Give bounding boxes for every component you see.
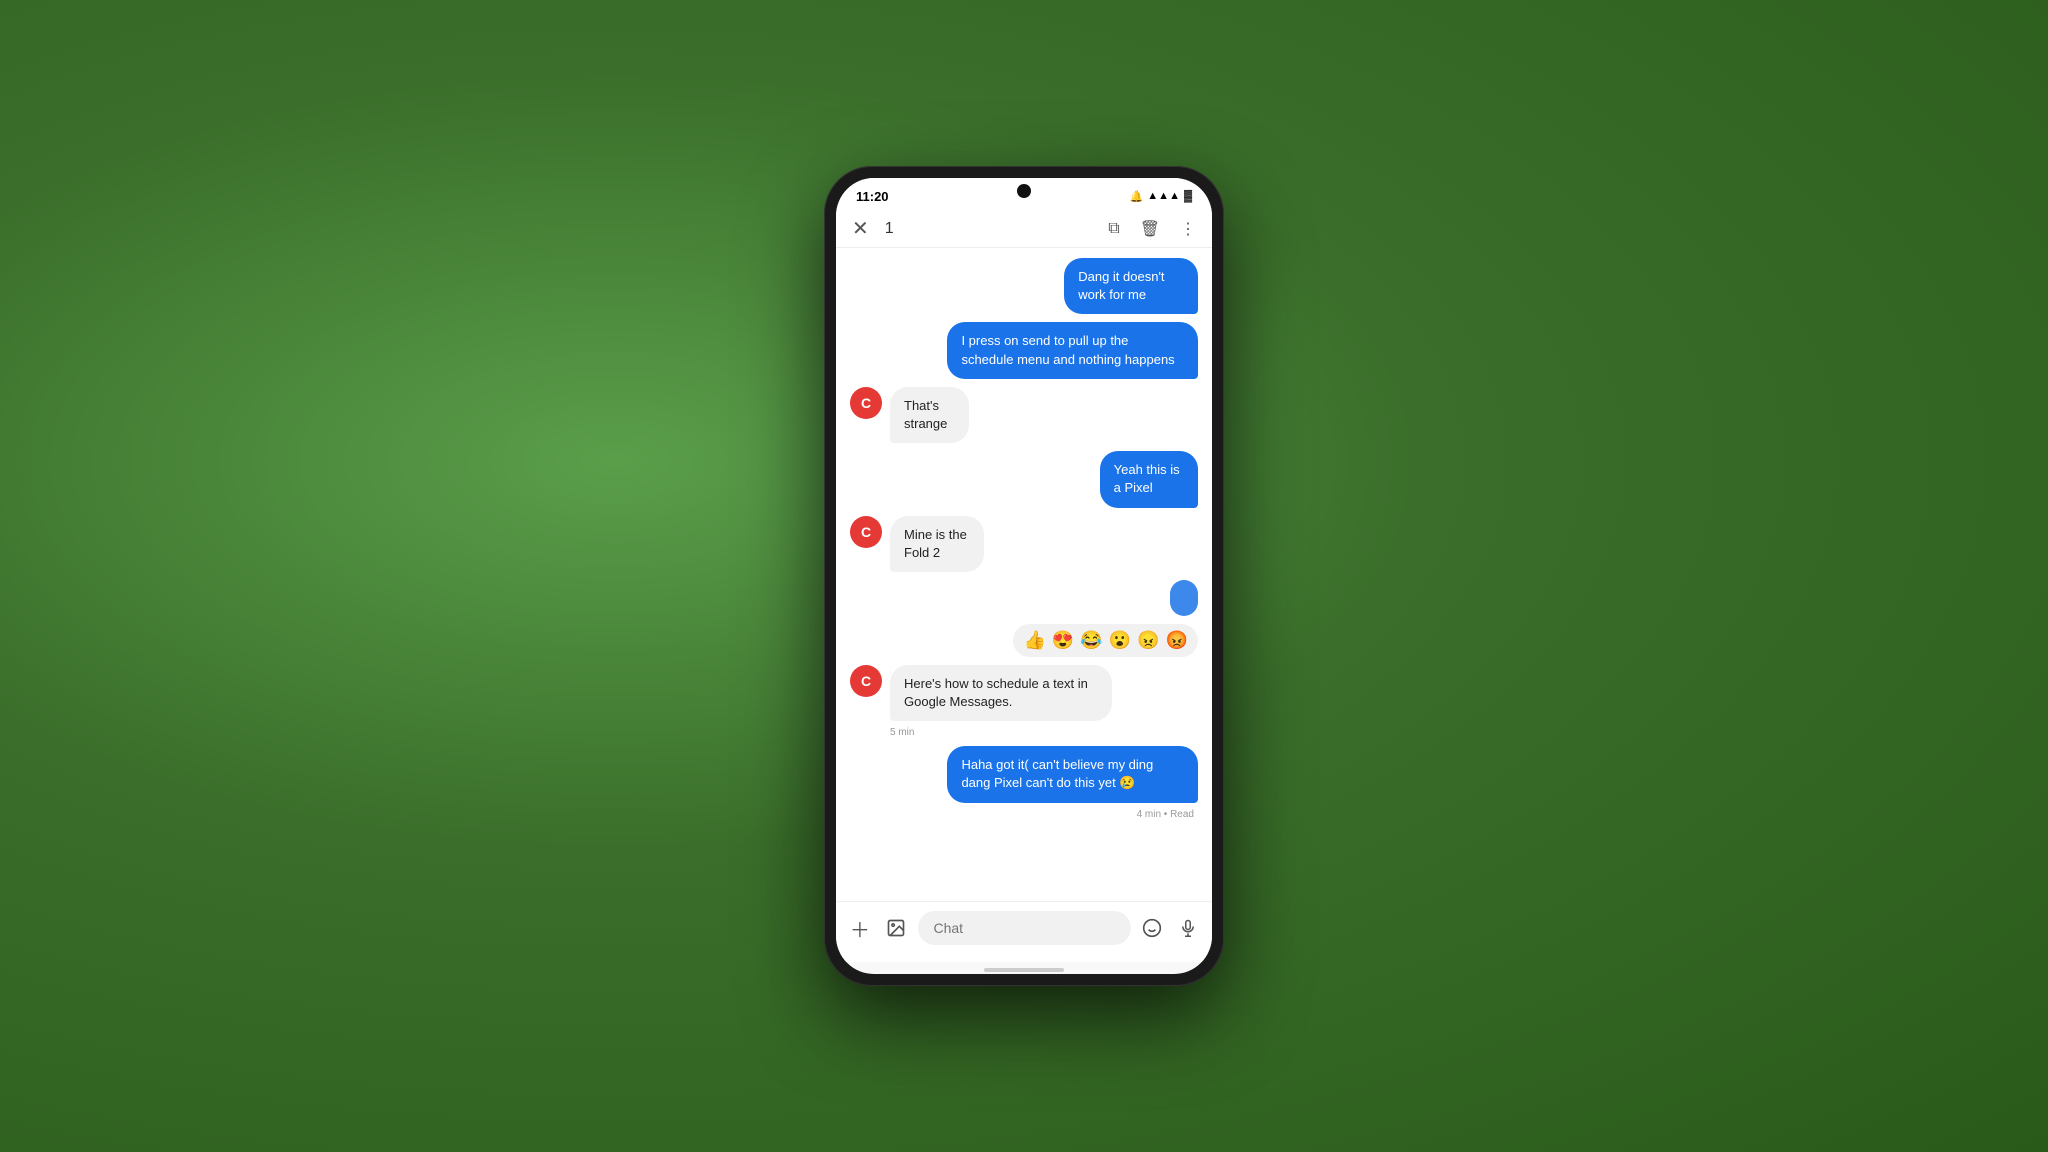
message-row: I press on send to pull up the schedule … (850, 322, 1198, 378)
laugh-emoji[interactable]: 😂 (1080, 630, 1102, 651)
phone-screen: 11:20 🔔 ▲▲▲ ▓ ✕ 1 ⧉ 🗑 ⋮ (836, 178, 1212, 974)
action-icons: ⧉ 🗑 ⋮ (1108, 219, 1196, 239)
selection-count: 1 (885, 220, 1092, 238)
chat-area: Dang it doesn't work for me I press on s… (836, 248, 1212, 901)
message-row: C Mine is the Fold 2 (850, 516, 1198, 572)
action-bar: ✕ 1 ⧉ 🗑 ⋮ (836, 210, 1212, 248)
emoji-button[interactable] (1139, 910, 1167, 946)
message-row: Haha got it( can't believe my ding dang … (850, 746, 1198, 819)
message-bubble[interactable]: That's strange (890, 387, 969, 443)
message-bubble[interactable]: Dang it doesn't work for me (1064, 258, 1198, 314)
message-row (850, 580, 1198, 616)
status-icons: 🔔 ▲▲▲ ▓ (1130, 190, 1192, 203)
message-bubble[interactable]: Mine is the Fold 2 (890, 516, 984, 572)
sent-group: Yeah this is a Pixel (1061, 451, 1198, 507)
message-bubble[interactable]: Yeah this is a Pixel (1100, 451, 1198, 507)
add-button[interactable]: ＋ (846, 910, 874, 946)
delete-icon[interactable]: 🗑 (1140, 219, 1160, 239)
received-group: Mine is the Fold 2 (890, 516, 1021, 572)
signal-icon: ▲▲▲ (1147, 190, 1180, 202)
punch-hole-camera (1017, 184, 1031, 198)
message-bubble[interactable]: Here's how to schedule a text in Google … (890, 665, 1112, 721)
message-text: Yeah this is a Pixel (1114, 462, 1180, 495)
message-row: C Here's how to schedule a text in Googl… (850, 665, 1198, 738)
battery-icon: ▓ (1184, 190, 1192, 202)
phone-body: 11:20 🔔 ▲▲▲ ▓ ✕ 1 ⧉ 🗑 ⋮ (824, 166, 1224, 986)
close-button[interactable]: ✕ (852, 216, 869, 241)
message-bubble[interactable]: I press on send to pull up the schedule … (947, 322, 1198, 378)
very-angry-emoji[interactable]: 😡 (1166, 630, 1188, 651)
partial-message-bubble[interactable] (1170, 580, 1198, 616)
message-text: I press on send to pull up the schedule … (961, 333, 1174, 366)
more-options-icon[interactable]: ⋮ (1180, 219, 1196, 239)
sent-group: Dang it doesn't work for me (1012, 258, 1198, 314)
copy-icon[interactable]: ⧉ (1108, 220, 1119, 238)
message-text: Dang it doesn't work for me (1078, 269, 1164, 302)
chat-input[interactable] (918, 911, 1131, 945)
message-bubble[interactable]: Haha got it( can't believe my ding dang … (947, 746, 1198, 802)
message-timestamp: 5 min (890, 727, 918, 738)
received-group: Here's how to schedule a text in Google … (890, 665, 1198, 738)
message-text: Here's how to schedule a text in Google … (904, 676, 1088, 709)
phone-container: 11:20 🔔 ▲▲▲ ▓ ✕ 1 ⧉ 🗑 ⋮ (824, 166, 1224, 986)
home-indicator (984, 968, 1064, 972)
sent-group (1170, 580, 1198, 616)
vibrate-icon: 🔔 (1130, 190, 1144, 203)
received-group: That's strange (890, 387, 1000, 443)
message-text: That's strange (904, 398, 947, 431)
contact-avatar: C (850, 516, 882, 548)
emoji-reactions[interactable]: 👍 😍 😂 😮 😠 😡 (1013, 624, 1198, 657)
angry-emoji[interactable]: 😠 (1137, 630, 1159, 651)
voice-button[interactable] (1174, 910, 1202, 946)
thumbsup-emoji[interactable]: 👍 (1023, 630, 1045, 651)
message-text: Haha got it( can't believe my ding dang … (961, 757, 1153, 790)
heart-eyes-emoji[interactable]: 😍 (1052, 630, 1074, 651)
message-row: Dang it doesn't work for me (850, 258, 1198, 314)
message-text: Mine is the Fold 2 (904, 527, 967, 560)
message-row: C That's strange (850, 387, 1198, 443)
input-bar: ＋ (836, 901, 1212, 962)
image-button[interactable] (882, 910, 910, 946)
wow-emoji[interactable]: 😮 (1109, 630, 1131, 651)
sent-group: I press on send to pull up the schedule … (850, 322, 1198, 378)
contact-avatar: C (850, 665, 882, 697)
emoji-reactions-row: 👍 😍 😂 😮 😠 😡 (850, 624, 1198, 657)
message-timestamp: 4 min • Read (1137, 809, 1198, 820)
status-time: 11:20 (856, 189, 889, 204)
sent-group: Haha got it( can't believe my ding dang … (850, 746, 1198, 819)
contact-avatar: C (850, 387, 882, 419)
message-row: Yeah this is a Pixel (850, 451, 1198, 507)
